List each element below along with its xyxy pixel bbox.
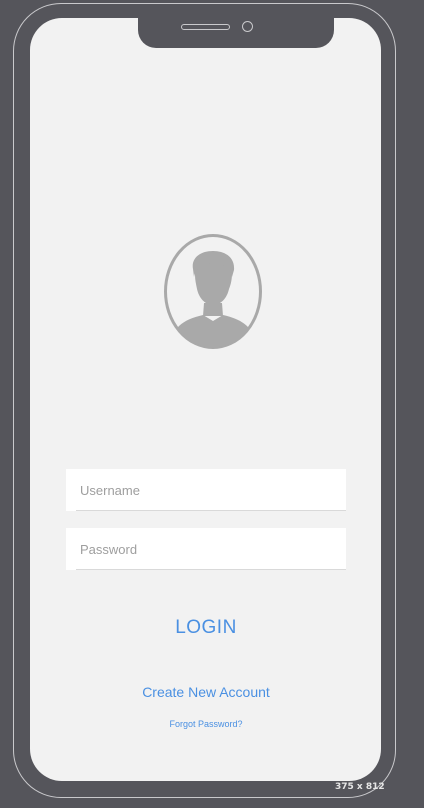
password-input[interactable] bbox=[66, 528, 346, 570]
username-field[interactable] bbox=[66, 469, 346, 511]
phone-screen bbox=[30, 18, 381, 781]
username-input[interactable] bbox=[66, 469, 346, 511]
login-button[interactable]: LOGIN bbox=[66, 612, 346, 644]
front-camera bbox=[242, 21, 253, 32]
user-silhouette-icon bbox=[164, 234, 262, 349]
speaker-grille bbox=[181, 24, 230, 30]
phone-notch bbox=[138, 18, 334, 48]
forgot-password-link[interactable]: Forgot Password? bbox=[66, 719, 346, 729]
create-account-link[interactable]: Create New Account bbox=[66, 684, 346, 700]
artboard-canvas: LOGIN Create New Account Forgot Password… bbox=[0, 0, 424, 808]
password-field[interactable] bbox=[66, 528, 346, 570]
artboard-dimensions-label: 375 x 812 bbox=[335, 782, 385, 792]
